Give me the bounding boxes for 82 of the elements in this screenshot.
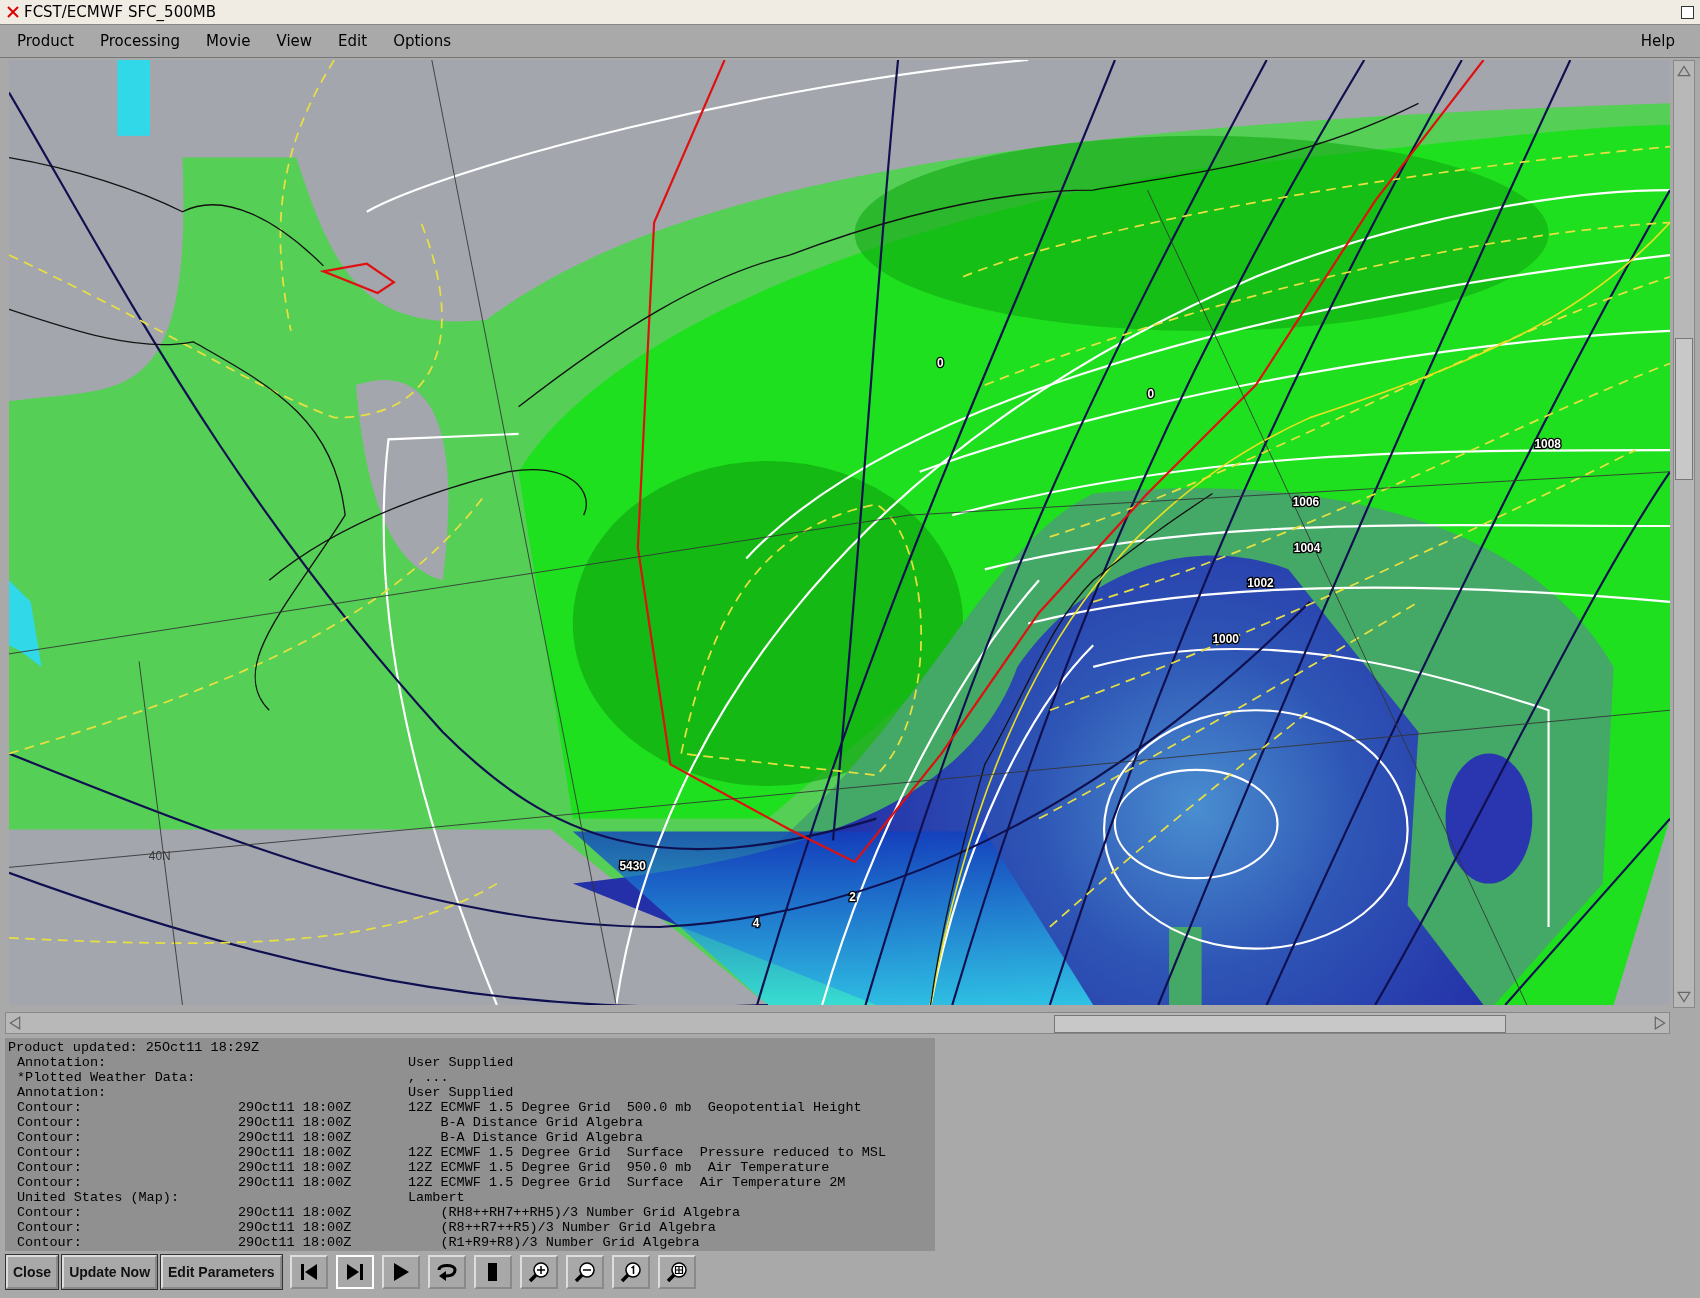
contour-label: 40N	[148, 848, 171, 863]
layer-label: Contour:	[16, 1205, 83, 1220]
layer-time: 29Oct11 18:00Z	[238, 1115, 353, 1130]
menu-item[interactable]: Product	[8, 30, 83, 52]
layer-detail: (RH8++RH7++RH5)/3 Number Grid Algebra	[439, 1205, 742, 1220]
layer-time: 29Oct11 18:00Z	[238, 1205, 353, 1220]
layer-detail: , ...	[408, 1070, 450, 1085]
play-button[interactable]	[381, 1255, 420, 1289]
layer-detail: User Supplied	[408, 1055, 515, 1070]
menu-item[interactable]: Processing	[90, 30, 190, 52]
layer-detail: 12Z ECMWF 1.5 Degree Grid Surface Pressure reduced to MSL	[408, 1145, 887, 1160]
layer-time: 29Oct11 18:00Z	[238, 1145, 353, 1160]
layer-label: Contour:	[16, 1100, 83, 1115]
menu-item[interactable]: Options	[384, 30, 461, 52]
layer-label: United States (Map):	[16, 1190, 181, 1205]
menu-item[interactable]: Edit	[329, 30, 377, 52]
zoom-in-icon	[526, 1260, 551, 1284]
scrollbar-thumb[interactable]	[1054, 1015, 1506, 1033]
zoom-reset-icon	[618, 1260, 643, 1284]
contour-label: 1000	[1212, 632, 1239, 647]
layer-time: 29Oct11 18:00Z	[238, 1130, 353, 1145]
contour-label: 4	[752, 915, 760, 930]
layer-detail: 12Z ECMWF 1.5 Degree Grid 950.0 mb Air Temperature	[408, 1160, 831, 1175]
layer-label: Contour:	[16, 1160, 83, 1175]
menu-item[interactable]: Movie	[197, 30, 260, 52]
scroll-down-icon[interactable]	[1677, 991, 1691, 1003]
scroll-right-icon[interactable]	[1654, 1016, 1666, 1030]
contour-label: 0	[937, 355, 944, 370]
layer-detail: User Supplied	[408, 1085, 515, 1100]
scrollbar-thumb[interactable]	[1675, 338, 1693, 480]
window-title: FCST/ECMWF SFC_500MB	[24, 3, 217, 21]
contour-label: 0	[1147, 387, 1155, 402]
contour-label: 1002	[1247, 575, 1274, 590]
layer-label: Contour:	[16, 1130, 83, 1145]
layer-detail: (R1+R9+R8)/3 Number Grid Algebra	[439, 1235, 701, 1250]
layer-label: Annotation:	[16, 1055, 108, 1070]
layer-label: Contour:	[16, 1235, 83, 1250]
layer-time: 29Oct11 18:00Z	[238, 1235, 353, 1250]
vertical-scrollbar[interactable]	[1673, 60, 1695, 1008]
layer-time: 29Oct11 18:00Z	[238, 1220, 353, 1235]
toolbar-button[interactable]: Update Now	[62, 1255, 157, 1289]
layer-label: Contour:	[16, 1220, 83, 1235]
contour-label: 2	[849, 889, 856, 904]
layer-label: Contour:	[16, 1145, 83, 1160]
contour-label: 1004	[1293, 541, 1321, 555]
layer-detail: B-A Distance Grid Algebra	[439, 1115, 644, 1130]
close-x-icon[interactable]	[6, 5, 20, 19]
skip-forward-button[interactable]	[335, 1255, 374, 1289]
layer-detail: 12Z ECMWF 1.5 Degree Grid 500.0 mb Geopotential Height	[408, 1100, 863, 1115]
contour-label: 1008	[1534, 436, 1561, 451]
toolbar-button[interactable]: Close	[6, 1255, 59, 1289]
product-updated-text: Product updated: 25Oct11 18:29Z	[8, 1040, 261, 1055]
maximize-button[interactable]	[1681, 5, 1694, 19]
zoom-grid-button[interactable]	[657, 1255, 696, 1289]
horizontal-scrollbar[interactable]	[5, 1012, 1670, 1034]
layer-label: Contour:	[16, 1115, 83, 1130]
layer-time: 29Oct11 18:00Z	[238, 1175, 353, 1190]
skip-back-button[interactable]	[289, 1255, 328, 1289]
contour-label: 1006	[1292, 495, 1320, 510]
contour-label: 5430	[619, 858, 646, 873]
layer-detail: (R8++R7++R5)/3 Number Grid Algebra	[439, 1220, 717, 1235]
toolbar-button[interactable]: Edit Parameters	[161, 1255, 282, 1289]
scroll-left-icon[interactable]	[9, 1016, 21, 1030]
menu-item[interactable]: View	[267, 30, 322, 52]
zoom-out-icon	[572, 1260, 597, 1284]
layer-detail: B-A Distance Grid Algebra	[439, 1130, 644, 1145]
zoom-out-button[interactable]	[565, 1255, 604, 1289]
layer-label: Contour:	[16, 1175, 83, 1190]
help-menu[interactable]: Help	[1631, 30, 1684, 52]
layer-time: 29Oct11 18:00Z	[238, 1160, 353, 1175]
scroll-up-icon[interactable]	[1677, 65, 1691, 77]
layer-detail: Lambert	[408, 1190, 466, 1205]
stop-icon	[488, 1263, 498, 1281]
layer-time: 29Oct11 18:00Z	[238, 1100, 353, 1115]
stop-button[interactable]	[473, 1255, 512, 1289]
zoom-grid-icon	[664, 1260, 689, 1284]
layer-label: *Plotted Weather Data:	[16, 1070, 197, 1085]
layer-detail: 12Z ECMWF 1.5 Degree Grid Surface Air Temperature 2M	[408, 1175, 847, 1190]
loop-button[interactable]	[427, 1255, 466, 1289]
layer-label: Annotation:	[16, 1085, 108, 1100]
zoom-in-button[interactable]	[519, 1255, 558, 1289]
zoom-reset-button[interactable]	[611, 1255, 650, 1289]
